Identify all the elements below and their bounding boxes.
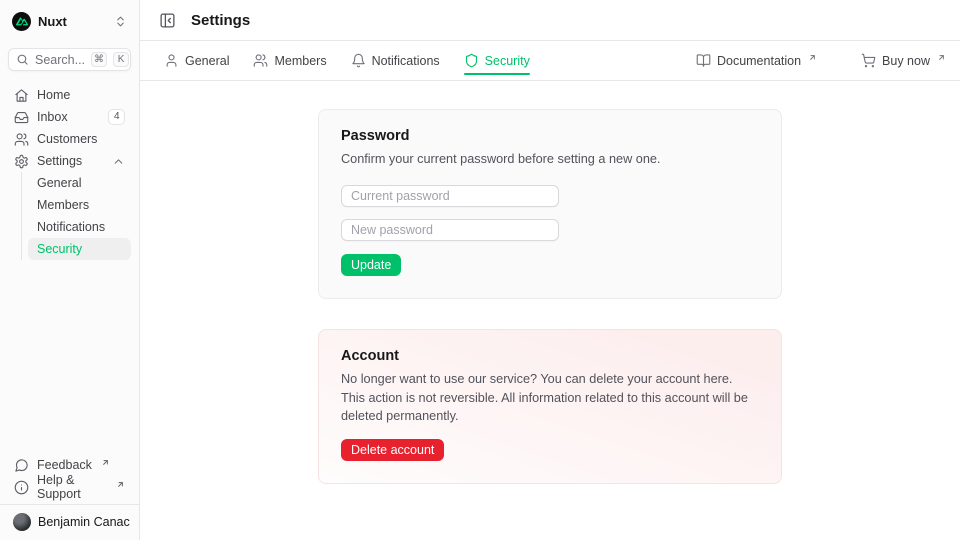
- sidebar-item-notifications[interactable]: Notifications: [28, 216, 131, 238]
- buy-now-link[interactable]: Buy now: [861, 53, 946, 68]
- sidebar-item-label: Customers: [37, 132, 97, 146]
- tab-label: Security: [485, 54, 530, 68]
- team-name: Nuxt: [38, 14, 67, 29]
- update-button[interactable]: Update: [341, 254, 401, 276]
- current-password-field[interactable]: [341, 185, 559, 207]
- kbd-k: K: [113, 52, 129, 67]
- external-link-icon: [937, 53, 946, 62]
- sidebar-item-label: Inbox: [37, 110, 68, 124]
- users-icon: [253, 53, 268, 68]
- sidebar-item-label: Notifications: [37, 220, 105, 234]
- tab-general[interactable]: General: [164, 41, 229, 80]
- bell-icon: [351, 53, 366, 68]
- password-card: Password Confirm your current password b…: [318, 109, 782, 299]
- sidebar-item-home[interactable]: Home: [8, 84, 131, 106]
- tab-bar: General Members Notifications Security: [140, 41, 960, 81]
- message-circle-icon: [14, 458, 29, 473]
- sidebar-item-label: Members: [37, 198, 89, 212]
- sidebar-item-label: Settings: [37, 154, 82, 168]
- tab-notifications[interactable]: Notifications: [351, 41, 440, 80]
- sidebar-item-general[interactable]: General: [28, 172, 131, 194]
- account-card: Account No longer want to use our servic…: [318, 329, 782, 483]
- inbox-count-badge: 4: [108, 109, 125, 125]
- tab-label: Members: [274, 54, 326, 68]
- nuxt-logo-icon: [12, 12, 31, 31]
- tab-security[interactable]: Security: [464, 41, 530, 80]
- tab-label: Notifications: [372, 54, 440, 68]
- home-icon: [14, 88, 29, 103]
- tab-label: General: [185, 54, 229, 68]
- inbox-icon: [14, 110, 29, 125]
- delete-account-button[interactable]: Delete account: [341, 439, 444, 461]
- documentation-link[interactable]: Documentation: [696, 53, 817, 68]
- sidebar-spacer: [0, 260, 139, 454]
- main-area: Settings General Members Notifications S…: [140, 0, 960, 540]
- search-input[interactable]: Search... ⌘ K: [8, 48, 131, 71]
- page-header: Settings: [140, 0, 960, 41]
- footer-link-label: Feedback: [37, 458, 92, 472]
- chevron-up-icon: [112, 155, 125, 168]
- info-circle-icon: [14, 480, 29, 495]
- sidebar-item-label: Security: [37, 242, 82, 256]
- settings-sub-list: General Members Notifications Security: [21, 172, 131, 260]
- external-link-icon: [101, 458, 110, 467]
- sidebar-item-label: Home: [37, 88, 70, 102]
- user-icon: [164, 53, 179, 68]
- users-icon: [14, 132, 29, 147]
- kbd-meta: ⌘: [91, 52, 107, 67]
- external-link-icon: [116, 480, 125, 489]
- tab-members[interactable]: Members: [253, 41, 326, 80]
- new-password-field[interactable]: [341, 219, 559, 241]
- footer-link-label: Help & Support: [37, 473, 107, 501]
- top-link-label: Buy now: [882, 54, 930, 68]
- chevrons-up-down-icon: [114, 15, 127, 28]
- shield-icon: [464, 53, 479, 68]
- external-link-icon: [808, 53, 817, 62]
- sidebar-item-security[interactable]: Security: [28, 238, 131, 260]
- content-area: Password Confirm your current password b…: [140, 81, 960, 540]
- account-card-title: Account: [341, 348, 759, 364]
- sidebar-item-inbox[interactable]: Inbox 4: [8, 106, 131, 128]
- sidebar-divider: [0, 504, 139, 505]
- user-menu[interactable]: Benjamin Canac: [8, 510, 131, 534]
- gear-icon: [14, 154, 29, 169]
- help-support-link[interactable]: Help & Support: [8, 476, 131, 498]
- sidebar-footer: Feedback Help & Support: [8, 454, 131, 498]
- sidebar-nav: Home Inbox 4 Customers Settings: [8, 84, 131, 260]
- avatar: [13, 513, 31, 531]
- book-open-icon: [696, 53, 711, 68]
- search-placeholder: Search...: [35, 53, 85, 67]
- sidebar-item-members[interactable]: Members: [28, 194, 131, 216]
- page-title: Settings: [191, 12, 250, 29]
- sidebar-toggle-icon[interactable]: [156, 9, 179, 32]
- sidebar-item-settings[interactable]: Settings: [8, 150, 131, 172]
- search-icon: [16, 53, 29, 66]
- password-card-title: Password: [341, 128, 759, 144]
- team-selector[interactable]: Nuxt: [8, 9, 131, 34]
- top-link-label: Documentation: [717, 54, 801, 68]
- sidebar-item-label: General: [37, 176, 81, 190]
- account-card-description: No longer want to use our service? You c…: [341, 370, 753, 425]
- user-name: Benjamin Canac: [38, 515, 130, 529]
- sidebar: Nuxt Search... ⌘ K Home Inbox 4: [0, 0, 140, 540]
- sidebar-item-customers[interactable]: Customers: [8, 128, 131, 150]
- shopping-cart-icon: [861, 53, 876, 68]
- password-card-description: Confirm your current password before set…: [341, 150, 759, 168]
